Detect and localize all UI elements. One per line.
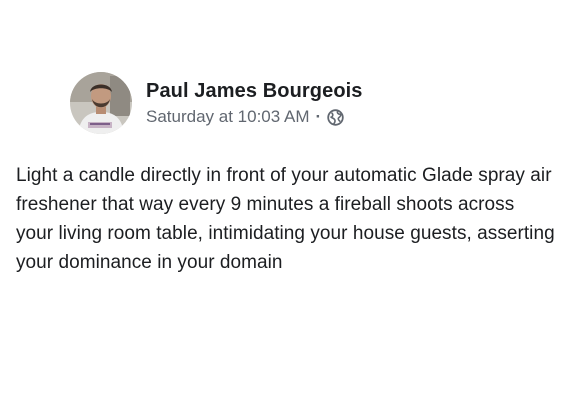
post-message: Light a candle directly in front of your… xyxy=(16,165,555,273)
separator-dot: · xyxy=(315,107,322,126)
post-subline: Saturday at 10:03 AM · xyxy=(146,107,363,127)
post-header: Paul James Bourgeois Saturday at 10:03 A… xyxy=(70,72,363,134)
facebook-post: Paul James Bourgeois Saturday at 10:03 A… xyxy=(0,0,564,418)
author-avatar[interactable] xyxy=(70,72,132,134)
globe-icon[interactable] xyxy=(327,108,344,126)
post-timestamp[interactable]: Saturday at 10:03 AM xyxy=(146,107,310,127)
post-meta: Paul James Bourgeois Saturday at 10:03 A… xyxy=(146,79,363,127)
author-name[interactable]: Paul James Bourgeois xyxy=(146,79,363,103)
